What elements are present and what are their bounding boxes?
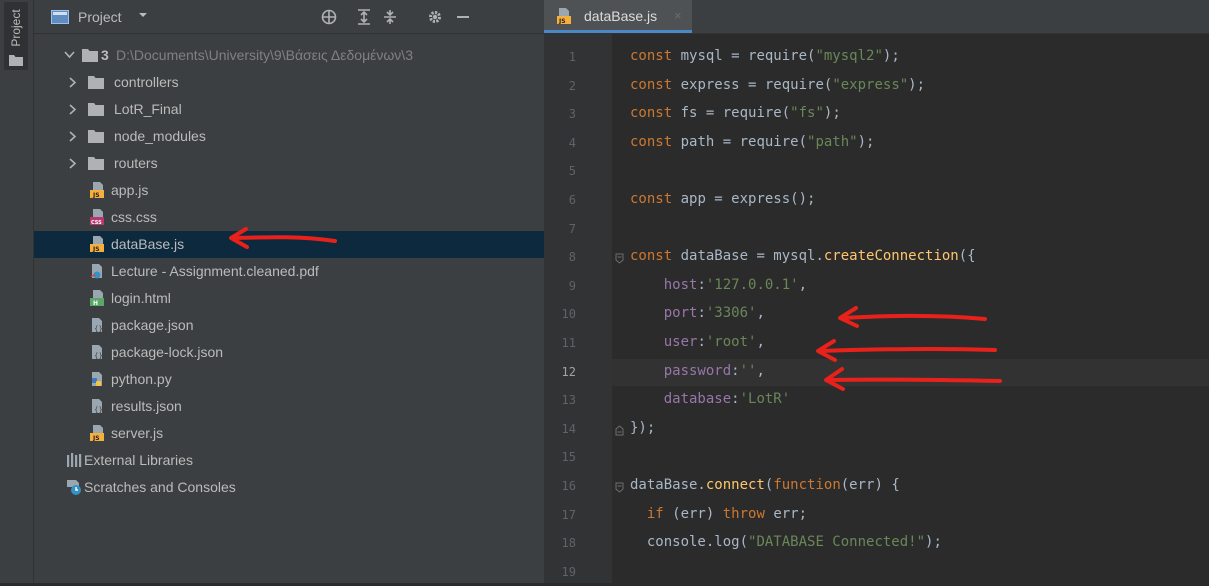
- expand-all-icon[interactable]: [356, 9, 372, 25]
- line-number: 15: [561, 450, 576, 465]
- line-number: 11: [561, 336, 576, 350]
- code-line[interactable]: 4 const path = require("path");: [0, 130, 1209, 157]
- code-text: user:'root',: [663, 334, 765, 350]
- code-line[interactable]: 1 const mysql = require("mysql2");: [0, 44, 1209, 71]
- line-number: 18: [561, 536, 576, 551]
- line-number: 16: [561, 479, 576, 493]
- code-line[interactable]: 11 user:'root',: [0, 330, 1209, 357]
- line-number: 17: [561, 507, 576, 522]
- code-line[interactable]: 5: [0, 158, 1209, 185]
- line-number: 19: [561, 564, 576, 579]
- project-stripe-label: Project: [9, 9, 23, 47]
- line-number: 6: [568, 193, 576, 207]
- line-number: 12: [561, 364, 576, 379]
- collapse-all-icon[interactable]: [382, 9, 398, 25]
- code-text: });: [630, 419, 656, 436]
- line-number: 14: [561, 421, 576, 436]
- line-number: 3: [568, 107, 576, 122]
- tab-database-js[interactable]: JS dataBase.js ×: [544, 0, 692, 33]
- code-text: if (err) throw err;: [646, 505, 808, 522]
- line-number: 8: [568, 250, 576, 265]
- fold-marker-icon[interactable]: [615, 425, 624, 436]
- code-text: port:'3306',: [663, 305, 765, 322]
- code-text: console.log("DATABASE Connected!");: [630, 534, 942, 551]
- hide-panel-icon[interactable]: [456, 9, 470, 25]
- code-line[interactable]: 2 const express = require("express");: [0, 73, 1209, 100]
- js-file-icon: JS: [557, 8, 571, 24]
- code-text: const mysql = require("mysql2");: [630, 48, 900, 64]
- code-line[interactable]: 7: [0, 216, 1209, 243]
- line-number: 4: [568, 135, 576, 150]
- svg-text:JS: JS: [558, 18, 566, 24]
- code-line[interactable]: 18 console.log("DATABASE Connected!");: [0, 530, 1209, 557]
- code-line[interactable]: 15: [0, 444, 1209, 471]
- chevron-down-icon[interactable]: [138, 10, 148, 20]
- line-number: 10: [561, 307, 576, 322]
- code-line[interactable]: 19: [0, 559, 1209, 586]
- locate-icon[interactable]: [321, 9, 337, 25]
- code-line[interactable]: 13 database:'LotR': [0, 387, 1209, 414]
- code-text: dataBase.connect(function(err) {: [630, 477, 900, 493]
- line-number: 13: [561, 393, 576, 408]
- line-number: 1: [568, 50, 576, 64]
- code-line[interactable]: 17 if (err) throw err;: [0, 502, 1209, 529]
- code-line[interactable]: 10 port:'3306',: [0, 301, 1209, 328]
- code-text: const app = express();: [630, 191, 816, 207]
- project-view-icon: [51, 10, 69, 24]
- code-text: const express = require("express");: [630, 76, 926, 93]
- code-text: database:'LotR': [663, 391, 791, 408]
- python-file-icon: [92, 372, 102, 386]
- close-icon[interactable]: ×: [674, 8, 682, 23]
- line-number: 9: [568, 278, 576, 293]
- fold-marker-icon[interactable]: [615, 482, 624, 493]
- code-line[interactable]: 8 const dataBase = mysql.createConnection…: [0, 244, 1209, 271]
- code-text: const path = require("path");: [630, 133, 875, 150]
- code-text: const dataBase = mysql.createConnection(…: [630, 248, 976, 265]
- code-line[interactable]: 16 dataBase.connect(function(err) {: [0, 473, 1209, 500]
- project-panel-title[interactable]: Project: [78, 9, 122, 25]
- line-number: 7: [568, 221, 576, 236]
- code-text: const fs = require("fs");: [630, 105, 841, 122]
- code-line[interactable]: 12 password:'',: [544, 358, 1209, 386]
- project-panel-header: Project: [34, 0, 544, 34]
- line-number: 5: [568, 164, 576, 179]
- editor-tab-bar: JS dataBase.js ×: [544, 0, 1209, 34]
- code-line[interactable]: 14});: [0, 416, 1209, 443]
- line-number: 2: [568, 78, 576, 93]
- code-text: host:'127.0.0.1',: [663, 276, 808, 293]
- code-line[interactable]: 9 host:'127.0.0.1',: [0, 273, 1209, 300]
- fold-marker-icon[interactable]: [615, 253, 624, 264]
- code-line[interactable]: 6 const app = express();: [0, 187, 1209, 214]
- gear-icon[interactable]: [427, 9, 443, 25]
- tree-item-label: python.py: [111, 371, 172, 387]
- code-text: password:'',: [663, 362, 765, 379]
- tab-label: dataBase.js: [584, 8, 658, 24]
- code-line[interactable]: 3 const fs = require("fs");: [0, 101, 1209, 128]
